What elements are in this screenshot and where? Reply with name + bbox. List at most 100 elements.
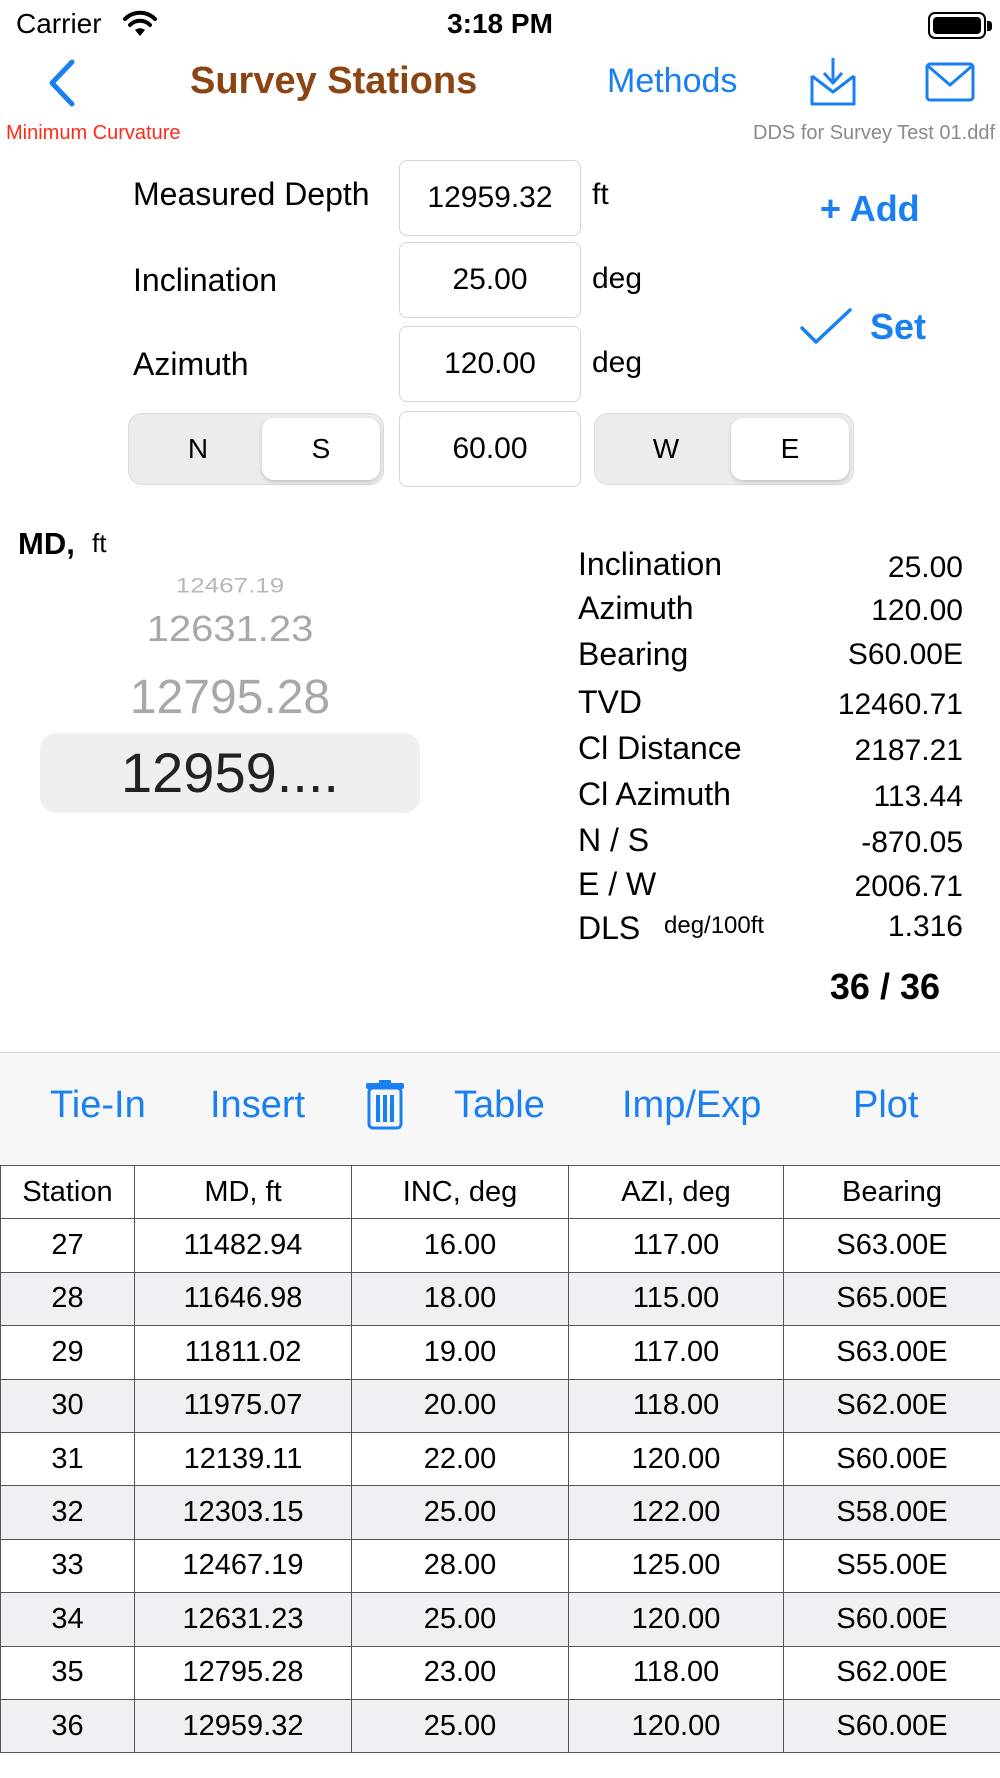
table-row[interactable]: 34 12631.23 25.00 120.00 S60.00E — [0, 1592, 1000, 1647]
table-cell: 12139.11 — [134, 1431, 352, 1487]
result-label: Cl Distance — [578, 730, 742, 766]
table-cell: 22.00 — [351, 1431, 569, 1487]
measured-depth-label: Measured Depth — [133, 176, 370, 212]
table-cell: S65.00E — [783, 1271, 1000, 1327]
table-cell: 12303.15 — [134, 1485, 352, 1540]
segment-east[interactable]: E — [731, 418, 849, 480]
table-cell: 125.00 — [568, 1538, 784, 1594]
column-header: MD, ft — [134, 1164, 352, 1220]
table-row[interactable]: 29 11811.02 19.00 117.00 S63.00E — [0, 1325, 1000, 1380]
column-header: Station — [0, 1164, 135, 1220]
dls-unit-label: deg/100ft — [664, 912, 765, 939]
result-label: TVD — [578, 684, 642, 720]
tray-download-icon[interactable] — [808, 56, 858, 108]
result-value: 113.44 — [873, 780, 963, 813]
table-row[interactable]: 32 12303.15 25.00 122.00 S58.00E — [0, 1485, 1000, 1540]
insert-button[interactable]: Insert — [210, 1084, 305, 1127]
table-cell: 118.00 — [568, 1645, 784, 1700]
result-label: Bearing — [578, 636, 689, 672]
result-label: Cl Azimuth — [578, 776, 731, 812]
table-cell: S62.00E — [783, 1645, 1000, 1700]
table-cell: 11975.07 — [134, 1378, 352, 1433]
clock: 3:18 PM — [447, 8, 553, 39]
page-title: Survey Stations — [190, 60, 478, 102]
result-value: 25.00 — [887, 551, 963, 584]
result-value: 120.00 — [871, 594, 963, 627]
trash-icon[interactable] — [364, 1080, 406, 1130]
measured-depth-unit: ft — [592, 178, 609, 211]
column-header: AZI, deg — [568, 1164, 784, 1220]
table-cell: 31 — [0, 1431, 135, 1487]
inclination-label: Inclination — [133, 262, 278, 298]
table-button[interactable]: Table — [454, 1084, 545, 1127]
table-cell: 117.00 — [568, 1325, 784, 1380]
status-bar: Carrier 3:18 PM — [0, 0, 1000, 48]
add-button[interactable]: + Add — [820, 188, 920, 230]
chevron-left-icon[interactable] — [44, 56, 80, 110]
table-cell: S63.00E — [783, 1218, 1000, 1273]
table-cell: S60.00E — [783, 1698, 1000, 1754]
table-cell: 117.00 — [568, 1218, 784, 1273]
measured-depth-input[interactable] — [399, 160, 581, 236]
table-row[interactable]: 36 12959.32 25.00 120.00 S60.00E — [0, 1698, 1000, 1754]
imp-exp-button[interactable]: Imp/Exp — [622, 1084, 761, 1127]
table-cell: 25.00 — [351, 1698, 569, 1754]
result-value: -870.05 — [861, 826, 963, 859]
table-cell: 11646.98 — [134, 1271, 352, 1327]
picker-item[interactable]: 12631.23 — [40, 609, 420, 650]
picker-item[interactable]: 12467.19 — [40, 573, 420, 598]
table-cell: 120.00 — [568, 1592, 784, 1647]
table-cell: S60.00E — [783, 1431, 1000, 1487]
table-row[interactable]: 27 11482.94 16.00 117.00 S63.00E — [0, 1218, 1000, 1273]
table-cell: 11811.02 — [134, 1325, 352, 1380]
picker-selected-item[interactable]: 12959.... — [40, 740, 420, 805]
tie-in-button[interactable]: Tie-In — [50, 1084, 146, 1127]
set-button[interactable]: Set — [870, 306, 926, 348]
table-cell: 33 — [0, 1538, 135, 1594]
segment-south[interactable]: S — [262, 418, 380, 480]
plot-button[interactable]: Plot — [853, 1084, 918, 1127]
table-cell: S60.00E — [783, 1592, 1000, 1647]
azimuth-input[interactable] — [399, 326, 581, 402]
station-counter: 36 / 36 — [829, 966, 940, 1007]
west-east-segmented-control[interactable]: W E — [594, 413, 854, 485]
table-cell: 34 — [0, 1592, 135, 1647]
table-row[interactable]: 31 12139.11 22.00 120.00 S60.00E — [0, 1431, 1000, 1487]
result-value: 2006.71 — [854, 870, 963, 903]
azimuth-label: Azimuth — [133, 346, 249, 382]
table-cell: 19.00 — [351, 1325, 569, 1380]
table-cell: 27 — [0, 1218, 135, 1273]
result-value: 1.316 — [887, 910, 963, 943]
table-row[interactable]: 28 11646.98 18.00 115.00 S65.00E — [0, 1271, 1000, 1327]
picker-item[interactable]: 12795.28 — [40, 670, 420, 725]
table-cell: 35 — [0, 1645, 135, 1700]
segment-north[interactable]: N — [139, 418, 257, 480]
table-cell: 122.00 — [568, 1485, 784, 1540]
north-south-segmented-control[interactable]: N S — [128, 413, 384, 485]
inclination-input[interactable] — [399, 242, 581, 318]
envelope-icon[interactable] — [925, 62, 975, 102]
table-cell: 12959.32 — [134, 1698, 352, 1754]
file-name-label: DDS for Survey Test 01.ddf — [753, 122, 995, 144]
result-label: Inclination — [578, 546, 723, 582]
table-cell: 28.00 — [351, 1538, 569, 1594]
table-cell: 28 — [0, 1271, 135, 1327]
table-cell: 23.00 — [351, 1645, 569, 1700]
bearing-angle-input[interactable] — [399, 411, 581, 487]
table-row[interactable]: 30 11975.07 20.00 118.00 S62.00E — [0, 1378, 1000, 1433]
segment-west[interactable]: W — [607, 418, 725, 480]
table-cell: 32 — [0, 1485, 135, 1540]
battery-icon — [928, 12, 992, 39]
checkmark-icon[interactable] — [800, 306, 852, 346]
result-label: Azimuth — [578, 590, 694, 626]
table-row[interactable]: 35 12795.28 23.00 118.00 S62.00E — [0, 1645, 1000, 1700]
methods-button[interactable]: Methods — [607, 62, 737, 101]
table-cell: 20.00 — [351, 1378, 569, 1433]
table-row[interactable]: 33 12467.19 28.00 125.00 S55.00E — [0, 1538, 1000, 1594]
table-cell: 25.00 — [351, 1592, 569, 1647]
result-value: S60.00E — [847, 638, 963, 671]
md-picker-unit: ft — [92, 528, 107, 558]
table-cell: S55.00E — [783, 1538, 1000, 1594]
table-cell: 25.00 — [351, 1485, 569, 1540]
table-cell: 16.00 — [351, 1218, 569, 1273]
